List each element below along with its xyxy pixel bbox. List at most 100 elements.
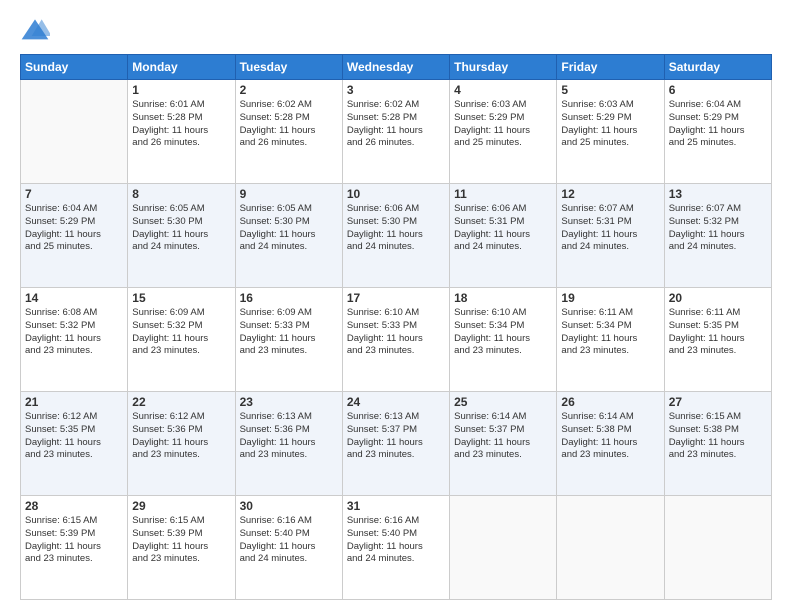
day-info: Sunrise: 6:04 AM Sunset: 5:29 PM Dayligh… <box>669 99 767 150</box>
day-number: 15 <box>132 291 230 305</box>
day-number: 14 <box>25 291 123 305</box>
calendar-cell: 19 Sunrise: 6:11 AM Sunset: 5:34 PM Dayli… <box>557 288 664 392</box>
day-info: Sunrise: 6:04 AM Sunset: 5:29 PM Dayligh… <box>25 203 123 254</box>
day-number: 5 <box>561 83 659 97</box>
calendar-row: 1Sunrise: 6:01 AM Sunset: 5:28 PM Daylig… <box>21 80 772 184</box>
day-info: Sunrise: 6:11 AM Sunset: 5:34 PM Dayligh… <box>561 307 659 358</box>
col-header-monday: Monday <box>128 55 235 80</box>
calendar-cell: 30 Sunrise: 6:16 AM Sunset: 5:40 PM Dayli… <box>235 496 342 600</box>
day-number: 4 <box>454 83 552 97</box>
day-number: 2 <box>240 83 338 97</box>
calendar-cell: 20Sunrise: 6:11 AM Sunset: 5:35 PM Dayli… <box>664 288 771 392</box>
day-number: 3 <box>347 83 445 97</box>
day-number: 12 <box>561 187 659 201</box>
day-info: Sunrise: 6:05 AM Sunset: 5:30 PM Dayligh… <box>132 203 230 254</box>
day-number: 17 <box>347 291 445 305</box>
calendar-cell: 29Sunrise: 6:15 AM Sunset: 5:39 PM Dayli… <box>128 496 235 600</box>
day-info: Sunrise: 6:13 AM Sunset: 5:36 PM Dayligh… <box>240 411 338 462</box>
day-info: Sunrise: 6:15 AM Sunset: 5:38 PM Dayligh… <box>669 411 767 462</box>
col-header-sunday: Sunday <box>21 55 128 80</box>
calendar-cell: 16Sunrise: 6:09 AM Sunset: 5:33 PM Dayli… <box>235 288 342 392</box>
day-info: Sunrise: 6:16 AM Sunset: 5:40 PM Dayligh… <box>240 515 338 566</box>
col-header-friday: Friday <box>557 55 664 80</box>
calendar-cell: 5 Sunrise: 6:03 AM Sunset: 5:29 PM Daylig… <box>557 80 664 184</box>
calendar-body: 1Sunrise: 6:01 AM Sunset: 5:28 PM Daylig… <box>21 80 772 600</box>
calendar-cell: 1Sunrise: 6:01 AM Sunset: 5:28 PM Daylig… <box>128 80 235 184</box>
calendar-cell <box>450 496 557 600</box>
day-info: Sunrise: 6:10 AM Sunset: 5:33 PM Dayligh… <box>347 307 445 358</box>
calendar-row: 14Sunrise: 6:08 AM Sunset: 5:32 PM Dayli… <box>21 288 772 392</box>
calendar-cell: 25 Sunrise: 6:14 AM Sunset: 5:37 PM Dayli… <box>450 392 557 496</box>
calendar-cell: 17 Sunrise: 6:10 AM Sunset: 5:33 PM Dayli… <box>342 288 449 392</box>
day-number: 6 <box>669 83 767 97</box>
calendar-cell: 8 Sunrise: 6:05 AM Sunset: 5:30 PM Daylig… <box>128 184 235 288</box>
day-number: 23 <box>240 395 338 409</box>
calendar-cell: 24 Sunrise: 6:13 AM Sunset: 5:37 PM Dayli… <box>342 392 449 496</box>
day-info: Sunrise: 6:02 AM Sunset: 5:28 PM Dayligh… <box>240 99 338 150</box>
calendar-cell: 21Sunrise: 6:12 AM Sunset: 5:35 PM Dayli… <box>21 392 128 496</box>
day-info: Sunrise: 6:14 AM Sunset: 5:37 PM Dayligh… <box>454 411 552 462</box>
day-number: 26 <box>561 395 659 409</box>
calendar-cell: 23 Sunrise: 6:13 AM Sunset: 5:36 PM Dayli… <box>235 392 342 496</box>
day-number: 31 <box>347 499 445 513</box>
col-header-tuesday: Tuesday <box>235 55 342 80</box>
day-number: 11 <box>454 187 552 201</box>
day-number: 24 <box>347 395 445 409</box>
day-number: 19 <box>561 291 659 305</box>
day-number: 10 <box>347 187 445 201</box>
day-info: Sunrise: 6:03 AM Sunset: 5:29 PM Dayligh… <box>454 99 552 150</box>
day-info: Sunrise: 6:13 AM Sunset: 5:37 PM Dayligh… <box>347 411 445 462</box>
calendar-row: 28Sunrise: 6:15 AM Sunset: 5:39 PM Dayli… <box>21 496 772 600</box>
day-number: 29 <box>132 499 230 513</box>
col-header-saturday: Saturday <box>664 55 771 80</box>
day-number: 27 <box>669 395 767 409</box>
calendar-cell: 22 Sunrise: 6:12 AM Sunset: 5:36 PM Dayli… <box>128 392 235 496</box>
day-info: Sunrise: 6:12 AM Sunset: 5:36 PM Dayligh… <box>132 411 230 462</box>
day-info: Sunrise: 6:11 AM Sunset: 5:35 PM Dayligh… <box>669 307 767 358</box>
calendar-cell <box>557 496 664 600</box>
calendar-cell: 28Sunrise: 6:15 AM Sunset: 5:39 PM Dayli… <box>21 496 128 600</box>
day-info: Sunrise: 6:07 AM Sunset: 5:32 PM Dayligh… <box>669 203 767 254</box>
col-header-thursday: Thursday <box>450 55 557 80</box>
calendar-table: SundayMondayTuesdayWednesdayThursdayFrid… <box>20 54 772 600</box>
calendar-cell: 4 Sunrise: 6:03 AM Sunset: 5:29 PM Daylig… <box>450 80 557 184</box>
calendar-cell: 13 Sunrise: 6:07 AM Sunset: 5:32 PM Dayli… <box>664 184 771 288</box>
calendar-row: 7 Sunrise: 6:04 AM Sunset: 5:29 PM Daylig… <box>21 184 772 288</box>
day-number: 30 <box>240 499 338 513</box>
day-info: Sunrise: 6:01 AM Sunset: 5:28 PM Dayligh… <box>132 99 230 150</box>
day-info: Sunrise: 6:05 AM Sunset: 5:30 PM Dayligh… <box>240 203 338 254</box>
day-info: Sunrise: 6:06 AM Sunset: 5:30 PM Dayligh… <box>347 203 445 254</box>
day-number: 18 <box>454 291 552 305</box>
calendar-cell: 6 Sunrise: 6:04 AM Sunset: 5:29 PM Daylig… <box>664 80 771 184</box>
calendar-header-row: SundayMondayTuesdayWednesdayThursdayFrid… <box>21 55 772 80</box>
calendar-cell: 3 Sunrise: 6:02 AM Sunset: 5:28 PM Daylig… <box>342 80 449 184</box>
day-number: 8 <box>132 187 230 201</box>
header <box>20 16 772 46</box>
calendar-cell <box>21 80 128 184</box>
calendar-row: 21Sunrise: 6:12 AM Sunset: 5:35 PM Dayli… <box>21 392 772 496</box>
day-info: Sunrise: 6:15 AM Sunset: 5:39 PM Dayligh… <box>25 515 123 566</box>
logo <box>20 16 54 46</box>
page: SundayMondayTuesdayWednesdayThursdayFrid… <box>0 0 792 612</box>
day-number: 13 <box>669 187 767 201</box>
day-info: Sunrise: 6:14 AM Sunset: 5:38 PM Dayligh… <box>561 411 659 462</box>
day-number: 25 <box>454 395 552 409</box>
calendar-cell: 12Sunrise: 6:07 AM Sunset: 5:31 PM Dayli… <box>557 184 664 288</box>
day-number: 22 <box>132 395 230 409</box>
day-info: Sunrise: 6:09 AM Sunset: 5:33 PM Dayligh… <box>240 307 338 358</box>
day-info: Sunrise: 6:02 AM Sunset: 5:28 PM Dayligh… <box>347 99 445 150</box>
col-header-wednesday: Wednesday <box>342 55 449 80</box>
day-info: Sunrise: 6:10 AM Sunset: 5:34 PM Dayligh… <box>454 307 552 358</box>
calendar-cell: 2 Sunrise: 6:02 AM Sunset: 5:28 PM Daylig… <box>235 80 342 184</box>
day-info: Sunrise: 6:09 AM Sunset: 5:32 PM Dayligh… <box>132 307 230 358</box>
calendar-cell: 11 Sunrise: 6:06 AM Sunset: 5:31 PM Dayli… <box>450 184 557 288</box>
calendar-cell: 26 Sunrise: 6:14 AM Sunset: 5:38 PM Dayli… <box>557 392 664 496</box>
calendar-cell: 10 Sunrise: 6:06 AM Sunset: 5:30 PM Dayli… <box>342 184 449 288</box>
day-info: Sunrise: 6:03 AM Sunset: 5:29 PM Dayligh… <box>561 99 659 150</box>
day-number: 21 <box>25 395 123 409</box>
calendar-cell: 7 Sunrise: 6:04 AM Sunset: 5:29 PM Daylig… <box>21 184 128 288</box>
day-number: 7 <box>25 187 123 201</box>
calendar-cell: 18 Sunrise: 6:10 AM Sunset: 5:34 PM Dayli… <box>450 288 557 392</box>
day-info: Sunrise: 6:06 AM Sunset: 5:31 PM Dayligh… <box>454 203 552 254</box>
calendar-cell: 15 Sunrise: 6:09 AM Sunset: 5:32 PM Dayli… <box>128 288 235 392</box>
